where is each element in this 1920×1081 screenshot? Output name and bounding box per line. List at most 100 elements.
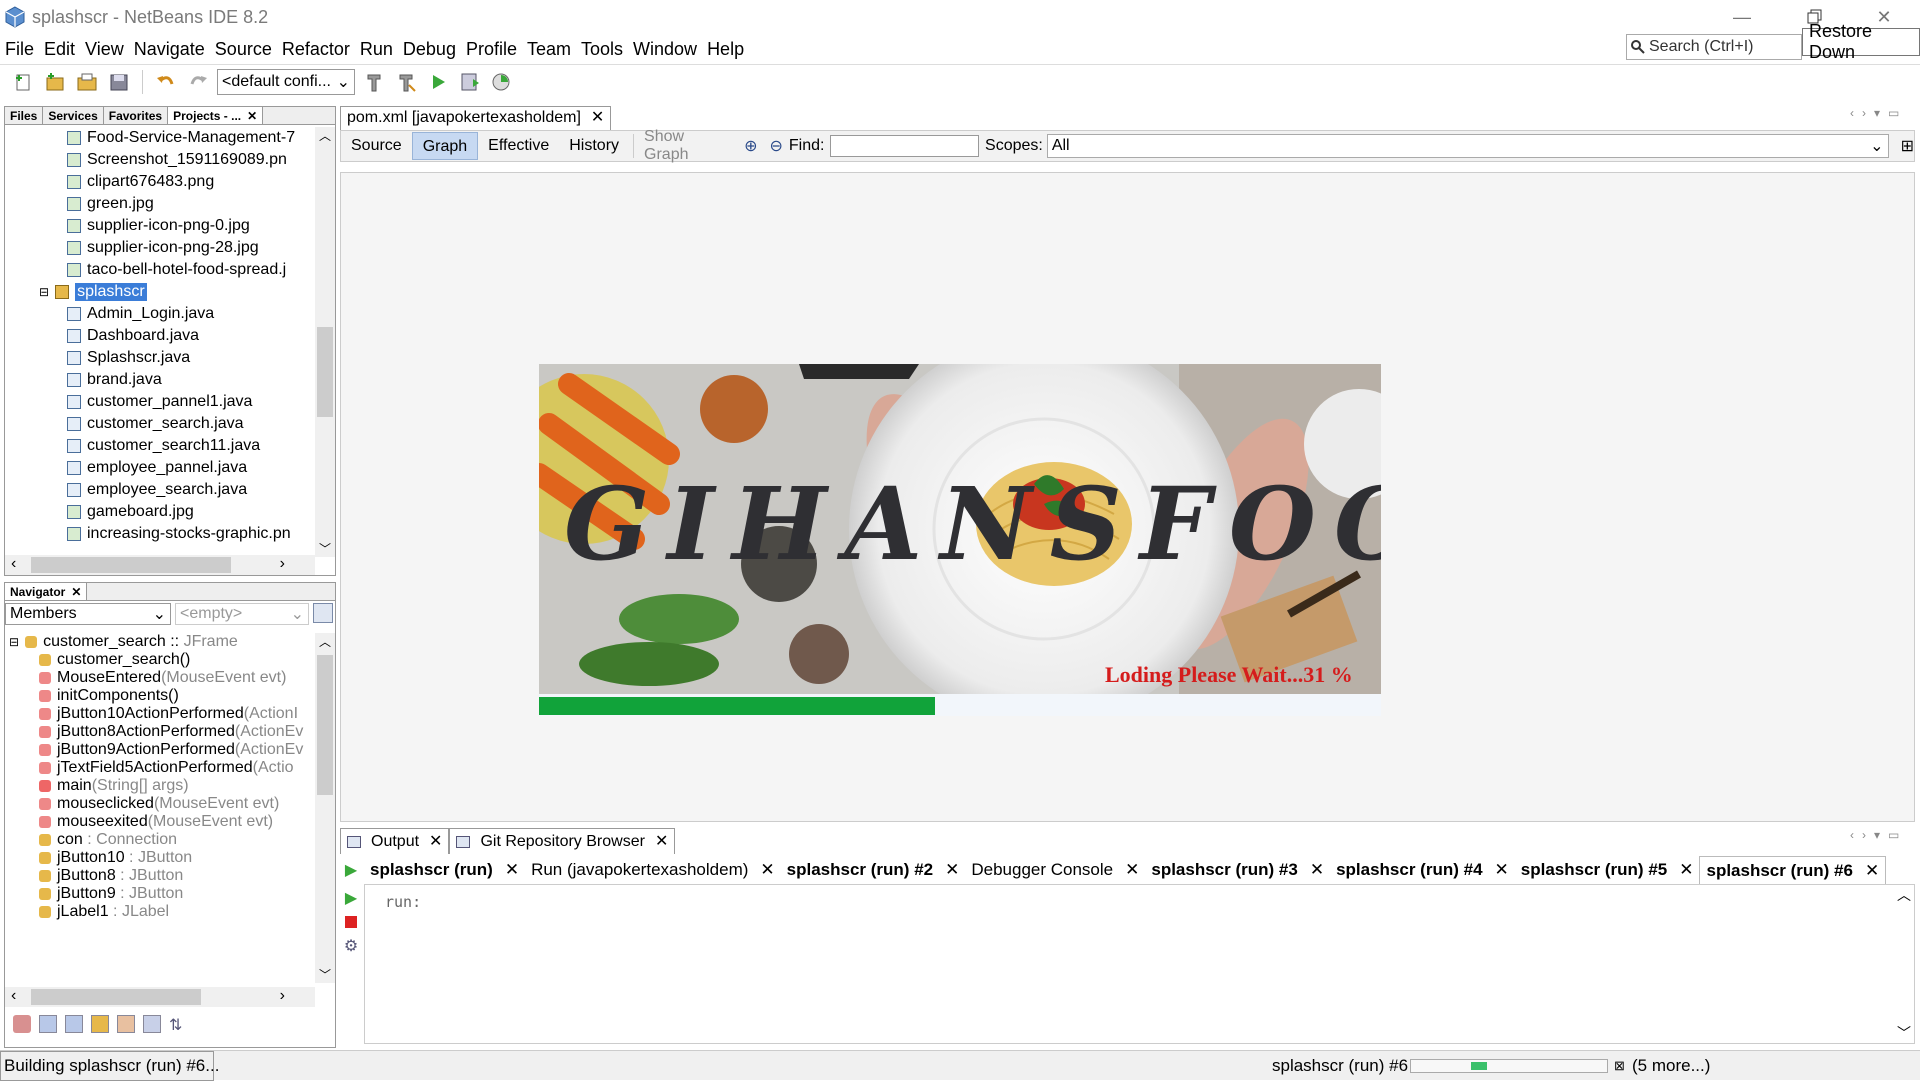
close-icon[interactable]: ✕ bbox=[1495, 856, 1509, 884]
scroll-up-icon[interactable]: ︿ bbox=[1894, 885, 1914, 905]
scroll-thumb-h[interactable] bbox=[31, 557, 231, 573]
scroll-thumb-h[interactable] bbox=[31, 989, 201, 1005]
close-icon[interactable]: ✕ bbox=[247, 107, 257, 125]
tree-item[interactable]: taco-bell-hotel-food-spread.j bbox=[5, 259, 315, 281]
menu-profile[interactable]: Profile bbox=[461, 36, 522, 62]
navigator-root[interactable]: ⊟ customer_search :: JFrame bbox=[5, 633, 315, 651]
minimize-button[interactable]: — bbox=[1706, 0, 1778, 34]
menu-refactor[interactable]: Refactor bbox=[277, 36, 355, 62]
navigator-member[interactable]: jButton9 : JButton bbox=[5, 885, 315, 903]
new-file-icon[interactable] bbox=[10, 69, 36, 95]
scroll-thumb[interactable] bbox=[317, 655, 333, 795]
close-icon[interactable]: ✕ bbox=[760, 856, 774, 884]
navigator-options-icon[interactable] bbox=[313, 603, 333, 623]
run-icon[interactable] bbox=[425, 69, 451, 95]
scroll-thumb[interactable] bbox=[317, 327, 333, 417]
effective-button[interactable]: Effective bbox=[478, 132, 559, 160]
tab-favorites[interactable]: Favorites bbox=[104, 107, 169, 124]
settings-icon[interactable]: ⚙ bbox=[344, 936, 358, 956]
debug-icon[interactable] bbox=[457, 69, 483, 95]
tree-item[interactable]: Dashboard.java bbox=[5, 325, 315, 347]
sort-name-icon[interactable] bbox=[143, 1015, 161, 1033]
close-icon[interactable]: ✕ bbox=[505, 856, 519, 884]
history-button[interactable]: History bbox=[559, 132, 629, 160]
navigator-member[interactable]: jButton10ActionPerformed (ActionI bbox=[5, 705, 315, 723]
scroll-tabs-right-icon[interactable]: › bbox=[1862, 828, 1866, 842]
new-project-icon[interactable] bbox=[42, 69, 68, 95]
navigator-member[interactable]: initComponents() bbox=[5, 687, 315, 705]
filter-nonpublic-icon[interactable] bbox=[91, 1015, 109, 1033]
status-more-link[interactable]: (5 more...) bbox=[1632, 1056, 1710, 1076]
find-input[interactable] bbox=[830, 135, 980, 157]
expand-icon[interactable]: ⊞ bbox=[1901, 136, 1914, 156]
menu-team[interactable]: Team bbox=[522, 36, 576, 62]
menu-debug[interactable]: Debug bbox=[398, 36, 461, 62]
navigator-member[interactable]: customer_search() bbox=[5, 651, 315, 669]
output-subtab[interactable]: splashscr (run) #4 ✕ bbox=[1330, 856, 1515, 884]
navigator-member[interactable]: main (String[] args) bbox=[5, 777, 315, 795]
tab-files[interactable]: Files bbox=[5, 107, 44, 124]
zoom-in-icon[interactable]: ⊕ bbox=[738, 136, 763, 156]
tree-item[interactable]: Screenshot_1591169089.pn bbox=[5, 149, 315, 171]
tree-item[interactable]: ⊟ splashscr bbox=[5, 281, 315, 303]
tree-item[interactable]: Admin_Login.java bbox=[5, 303, 315, 325]
tree-item[interactable]: Splashscr.java bbox=[5, 347, 315, 369]
close-icon[interactable]: ✕ bbox=[945, 856, 959, 884]
build-icon[interactable] bbox=[361, 69, 387, 95]
navigator-member[interactable]: MouseEntered (MouseEvent evt) bbox=[5, 669, 315, 687]
close-icon[interactable]: ✕ bbox=[1310, 856, 1324, 884]
tree-item[interactable]: employee_pannel.java bbox=[5, 457, 315, 479]
scroll-up-icon[interactable]: ︿ bbox=[315, 633, 335, 653]
minimize-icon[interactable]: ▭ bbox=[1888, 828, 1899, 842]
tree-item[interactable]: supplier-icon-png-0.jpg bbox=[5, 215, 315, 237]
tree-item[interactable]: green.jpg bbox=[5, 193, 315, 215]
navigator-member[interactable]: jButton10 : JButton bbox=[5, 849, 315, 867]
tree-item[interactable]: increasing-stocks-graphic.pn bbox=[5, 523, 315, 545]
scroll-tabs-left-icon[interactable]: ‹ bbox=[1850, 106, 1854, 120]
status-progress-bar[interactable] bbox=[1410, 1059, 1608, 1073]
scroll-down-icon[interactable]: ﹀ bbox=[315, 966, 335, 983]
configuration-select[interactable]: <default confi... ⌄ bbox=[217, 68, 355, 95]
stop-task-icon[interactable]: ⊠ bbox=[1614, 1058, 1625, 1074]
output-subtab[interactable]: splashscr (run) ✕ bbox=[364, 856, 525, 884]
clean-build-icon[interactable] bbox=[393, 69, 419, 95]
navigator-member[interactable]: con : Connection bbox=[5, 831, 315, 849]
tab-navigator[interactable]: Navigator ✕ bbox=[5, 583, 88, 601]
project-tree-hscroll[interactable]: ‹ › bbox=[5, 555, 315, 575]
tree-item[interactable]: gameboard.jpg bbox=[5, 501, 315, 523]
close-icon[interactable]: ✕ bbox=[71, 583, 81, 601]
tab-projects[interactable]: Projects - ... ✕ bbox=[168, 107, 264, 125]
menu-view[interactable]: View bbox=[80, 36, 129, 62]
navigator-scrollbar[interactable]: ︿ ﹀ bbox=[315, 633, 335, 983]
tree-item[interactable]: employee_search.java bbox=[5, 479, 315, 501]
navigator-member[interactable]: jButton8 : JButton bbox=[5, 867, 315, 885]
redo-icon[interactable] bbox=[185, 69, 211, 95]
tree-item[interactable]: Food-Service-Management-7 bbox=[5, 127, 315, 149]
scroll-up-icon[interactable]: ︿ bbox=[315, 127, 335, 147]
tab-list-icon[interactable]: ▾ bbox=[1874, 106, 1880, 120]
tree-item[interactable]: supplier-icon-png-28.jpg bbox=[5, 237, 315, 259]
scroll-down-icon[interactable]: ﹀ bbox=[315, 540, 335, 557]
menu-window[interactable]: Window bbox=[628, 36, 702, 62]
output-subtab[interactable]: splashscr (run) #6 ✕ bbox=[1699, 856, 1887, 884]
tree-item[interactable]: brand.java bbox=[5, 369, 315, 391]
close-icon[interactable]: ✕ bbox=[429, 830, 442, 854]
navigator-member[interactable]: jButton8ActionPerformed (ActionEv bbox=[5, 723, 315, 741]
output-subtab[interactable]: splashscr (run) #5 ✕ bbox=[1515, 856, 1700, 884]
collapse-icon[interactable]: ⊟ bbox=[9, 635, 19, 649]
filter-inner-icon[interactable] bbox=[117, 1015, 135, 1033]
navigator-member[interactable]: mouseclicked (MouseEvent evt) bbox=[5, 795, 315, 813]
navigator-member[interactable]: jLabel1 : JLabel bbox=[5, 903, 315, 921]
filter-fields-icon[interactable] bbox=[39, 1015, 57, 1033]
menu-run[interactable]: Run bbox=[355, 36, 398, 62]
tab-list-icon[interactable]: ▾ bbox=[1874, 828, 1880, 842]
tab-services[interactable]: Services bbox=[43, 107, 104, 124]
menu-tools[interactable]: Tools bbox=[576, 36, 628, 62]
menu-help[interactable]: Help bbox=[702, 36, 749, 62]
tab-git-repository-browser[interactable]: Git Repository Browser ✕ bbox=[449, 828, 676, 854]
editor-tab-pom[interactable]: pom.xml [javapokertexasholdem] ✕ bbox=[340, 106, 612, 130]
output-scrollbar[interactable]: ︿ ﹀ bbox=[1894, 885, 1914, 1043]
sort-source-icon[interactable]: ⇅ bbox=[169, 1015, 187, 1034]
filter-static-icon[interactable] bbox=[65, 1015, 83, 1033]
menu-source[interactable]: Source bbox=[210, 36, 277, 62]
